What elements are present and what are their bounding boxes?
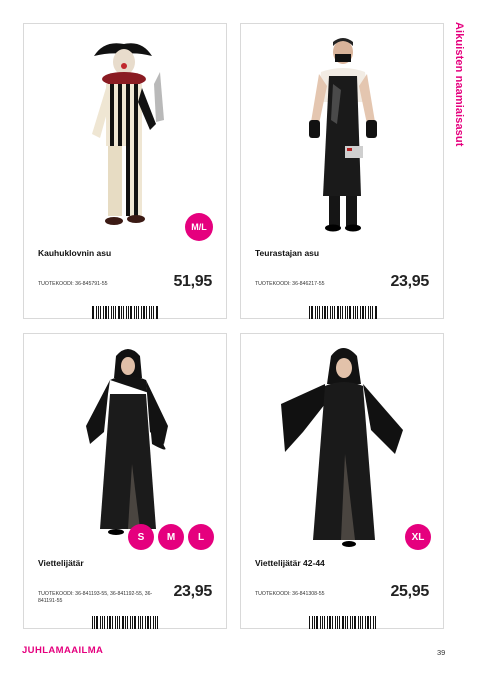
barcode [309,616,377,629]
product-price: 51,95 [173,273,212,290]
product-name: Viettelijätär 42-44 [255,558,325,568]
page-number: 39 [437,648,446,657]
barcode-icon [92,306,158,319]
size-badge: L [188,524,214,550]
size-badge: S [128,524,154,550]
brand-logo: JUHLAMAAILMA [22,645,104,656]
product-code: TUOTEKOODI: 36-845791-55 [38,281,108,287]
product-name: Kauhuklovnin asu [38,248,112,258]
barcode-icon [92,616,158,629]
barcode-icon [309,306,377,319]
product-code: TUOTEKOODI: 36-841308-55 [255,591,325,597]
product-price: 23,95 [390,273,429,290]
product-code: TUOTEKOODI: 36-841193-55, 36-841192-55, … [38,591,153,604]
barcode-icon [309,616,376,629]
butcher-costume-image [309,38,377,232]
barcode [92,616,160,629]
product-price: 25,95 [390,583,429,600]
product-card[interactable]: XL Viettelijätär 42-44 TUOTEKOODI: 36-84… [240,333,444,629]
product-name: Viettelijätär [38,558,84,568]
product-name: Teurastajan asu [255,248,320,258]
barcode [92,306,160,319]
product-card[interactable]: M/L Kauhuklovnin asu TUOTEKOODI: 36-8457… [23,23,227,319]
product-price: 23,95 [173,583,212,600]
size-badge: M [158,524,184,550]
product-card[interactable]: Teurastajan asu TUOTEKOODI: 36-846217-55… [240,23,444,319]
product-card[interactable]: S M L Viettelijätär TUOTEKOODI: 36-84119… [23,333,227,629]
size-badge: M/L [185,213,213,241]
section-title: Aikuisten naamiaisasut [453,22,465,147]
barcode [309,306,377,319]
product-code: TUOTEKOODI: 36-846217-55 [255,281,325,287]
size-badge: XL [405,524,431,550]
